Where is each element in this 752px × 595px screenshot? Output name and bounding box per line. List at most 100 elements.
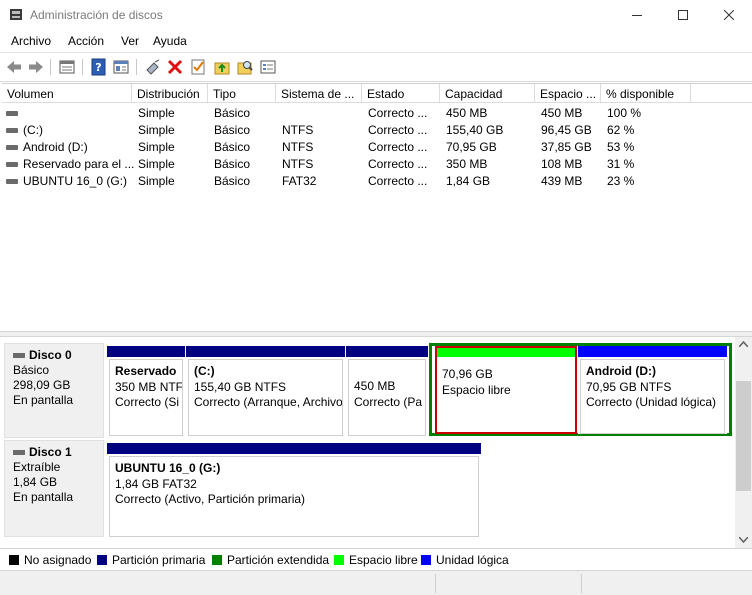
partition-title: Reservado (115, 364, 177, 378)
close-button[interactable] (706, 0, 752, 30)
menu-accion[interactable]: Acción (68, 34, 104, 48)
minimize-button[interactable] (614, 0, 660, 30)
properties-icon[interactable] (112, 58, 130, 76)
cell-fs: NTFS (282, 123, 314, 137)
column-header-tipo[interactable]: Tipo (208, 84, 276, 102)
cell-pct: 23 % (607, 174, 635, 188)
legend-label: No asignado (24, 553, 92, 567)
table-row[interactable]: (C:) Simple Básico NTFS Correcto ... 155… (2, 121, 752, 138)
partition-size: 70,96 GB (442, 367, 493, 381)
check-icon[interactable] (189, 58, 207, 76)
minimize-icon (632, 15, 642, 16)
scroll-up-icon[interactable] (739, 341, 748, 347)
cell-fs: FAT32 (282, 174, 317, 188)
partition-recovery[interactable]: 450 MB Correcto (Pa (346, 346, 428, 436)
cell-pct: 53 % (607, 140, 635, 154)
toolbar: ? (0, 52, 752, 82)
svg-text:?: ? (95, 61, 101, 74)
cell-type: Básico (214, 157, 251, 171)
legend-swatch-unallocated (9, 555, 19, 565)
cell-status: Correcto ... (368, 106, 428, 120)
maximize-icon (678, 10, 688, 20)
column-header-sistema[interactable]: Sistema de ... (276, 84, 362, 102)
cell-layout: Simple (138, 106, 175, 120)
legend-label: Unidad lógica (436, 553, 509, 567)
scroll-down-icon[interactable] (739, 537, 748, 543)
back-icon[interactable] (5, 58, 23, 76)
column-header-volumen[interactable]: Volumen (2, 84, 132, 102)
partition-reservado[interactable]: Reservado 350 MB NTF Correcto (Si (107, 346, 185, 436)
folder-up-icon[interactable] (213, 58, 231, 76)
title-bar: Administración de discos (0, 0, 752, 30)
table-row[interactable]: UBUNTU 16_0 (G:) Simple Básico FAT32 Cor… (2, 172, 752, 189)
partition-android-d[interactable]: Android (D:) 70,95 GB NTFS Correcto (Uni… (578, 346, 727, 434)
cell-status: Correcto ... (368, 123, 428, 137)
disk-management-icon (10, 9, 22, 20)
search-folder-icon[interactable] (236, 58, 254, 76)
cell-status: Correcto ... (368, 174, 428, 188)
maximize-button[interactable] (660, 0, 706, 30)
cell-pct: 31 % (607, 157, 635, 171)
disk-1-label[interactable]: Disco 1 Extraíble 1,84 GB En pantalla (4, 440, 104, 537)
disk-state: En pantalla (13, 393, 74, 407)
connect-icon[interactable] (144, 58, 162, 76)
partition-free-space[interactable]: 70,96 GB Espacio libre (435, 346, 577, 434)
legend: No asignado Partición primaria Partición… (0, 548, 752, 570)
vertical-scrollbar[interactable] (735, 337, 752, 548)
partition-status: Correcto (Unidad lógica) (586, 395, 717, 409)
cell-capacity: 70,95 GB (446, 140, 497, 154)
cell-free: 108 MB (541, 157, 583, 171)
disk-graphical-view: Disco 0 Básico 298,09 GB En pantalla Res… (0, 337, 735, 548)
disk-0-label[interactable]: Disco 0 Básico 298,09 GB En pantalla (4, 343, 104, 438)
partition-status: Correcto (Si (115, 395, 180, 409)
cell-volume: (C:) (23, 123, 43, 137)
cell-volume: UBUNTU 16_0 (G:) (23, 174, 128, 188)
disk-name: Disco 0 (29, 348, 72, 362)
cell-type: Básico (214, 123, 251, 137)
delete-icon[interactable] (166, 58, 184, 76)
list-view-icon[interactable] (58, 58, 76, 76)
partition-c[interactable]: (C:) 155,40 GB NTFS Correcto (Arranque, … (186, 346, 345, 436)
menu-ayuda[interactable]: Ayuda (153, 34, 187, 48)
cell-free: 439 MB (541, 174, 583, 188)
legend-swatch-primary (97, 555, 107, 565)
column-header-pct-disponible[interactable]: % disponible (601, 84, 691, 102)
disk-size: 298,09 GB (13, 378, 71, 392)
volume-list: Volumen Distribución Tipo Sistema de ...… (2, 83, 752, 330)
partition-ubuntu-g[interactable]: UBUNTU 16_0 (G:) 1,84 GB FAT32 Correcto … (107, 443, 481, 537)
menu-ver[interactable]: Ver (121, 34, 139, 48)
cell-pct: 100 % (607, 106, 642, 120)
cell-fs: NTFS (282, 140, 314, 154)
partition-size: 450 MB (354, 379, 396, 393)
partition-size: 155,40 GB NTFS (194, 379, 287, 394)
cell-pct: 62 % (607, 123, 635, 137)
column-header-distribucion[interactable]: Distribución (132, 84, 208, 102)
partition-title: UBUNTU 16_0 (G:) (115, 461, 221, 475)
help-icon[interactable]: ? (90, 58, 108, 76)
table-row[interactable]: Android (D:) Simple Básico NTFS Correcto… (2, 138, 752, 155)
partition-title: Android (D:) (586, 364, 656, 378)
table-row[interactable]: Simple Básico Correcto ... 450 MB 450 MB… (2, 104, 752, 121)
partition-status: Espacio libre (442, 382, 511, 397)
column-header-espacio[interactable]: Espacio ... (535, 84, 601, 102)
status-bar (0, 570, 752, 595)
legend-label: Partición primaria (112, 553, 206, 567)
forward-icon[interactable] (27, 58, 45, 76)
cell-free: 96,45 GB (541, 123, 592, 137)
legend-swatch-extended (212, 555, 222, 565)
cell-capacity: 155,40 GB (446, 123, 504, 137)
column-header-capacidad[interactable]: Capacidad (440, 84, 535, 102)
disk-icon (13, 353, 25, 359)
scrollbar-thumb[interactable] (736, 381, 751, 491)
settings-icon[interactable] (259, 58, 277, 76)
menu-archivo[interactable]: Archivo (11, 34, 51, 48)
partition-size: 70,95 GB NTFS (586, 379, 672, 394)
table-row[interactable]: Reservado para el ... Simple Básico NTFS… (2, 155, 752, 172)
disk-state: En pantalla (13, 490, 74, 504)
cell-layout: Simple (138, 157, 175, 171)
partition-size: 1,84 GB FAT32 (115, 476, 197, 491)
column-header-estado[interactable]: Estado (362, 84, 440, 102)
cell-volume: Reservado para el ... (23, 157, 135, 171)
legend-swatch-free (334, 555, 344, 565)
cell-free: 450 MB (541, 106, 583, 120)
